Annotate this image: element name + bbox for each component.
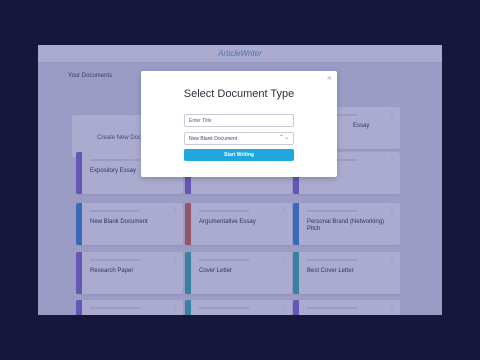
close-icon[interactable]: × — [327, 73, 332, 83]
document-type-value: New Blank Document — [189, 136, 238, 142]
document-type-select[interactable]: New Blank Document ⌃⌄ — [184, 132, 294, 145]
start-writing-button[interactable]: Start Writing — [184, 149, 294, 161]
modal-overlay[interactable] — [0, 0, 480, 360]
modal-title: Select Document Type — [183, 88, 295, 100]
select-document-type-modal: × Select Document Type New Blank Documen… — [141, 71, 337, 177]
title-input[interactable] — [184, 114, 294, 127]
chevron-updown-icon: ⌃⌄ — [278, 135, 289, 141]
